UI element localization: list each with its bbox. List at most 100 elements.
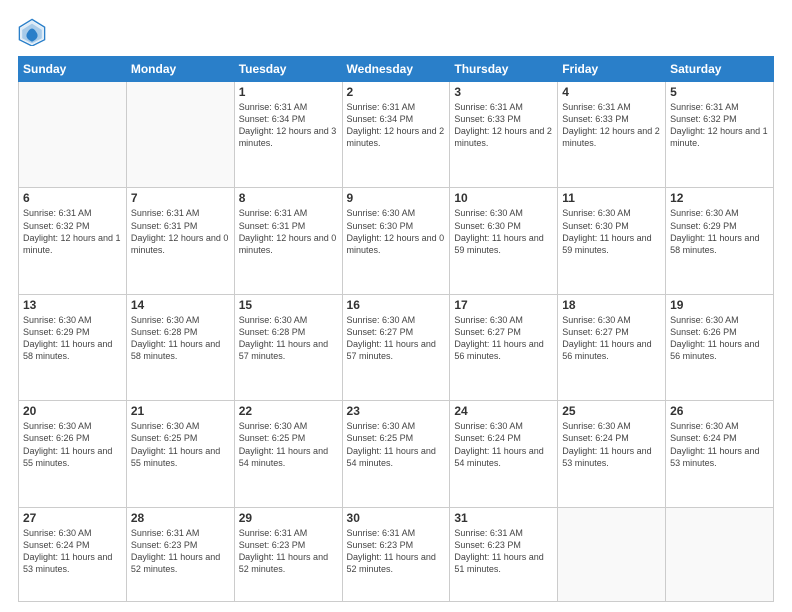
calendar-cell: 5 Sunrise: 6:31 AM Sunset: 6:32 PM Daylig… (666, 82, 774, 188)
calendar-cell: 7Sunrise: 6:31 AM Sunset: 6:31 PM Daylig… (126, 188, 234, 294)
day-info: Sunrise: 6:31 AM Sunset: 6:34 PM Dayligh… (347, 101, 446, 150)
calendar-header: SundayMondayTuesdayWednesdayThursdayFrid… (19, 57, 774, 82)
calendar-cell (126, 82, 234, 188)
day-number: 12 (670, 191, 769, 205)
calendar-cell: 23Sunrise: 6:30 AM Sunset: 6:25 PM Dayli… (342, 401, 450, 507)
day-info: Sunrise: 6:31 AM Sunset: 6:23 PM Dayligh… (131, 527, 230, 576)
calendar-cell: 4Sunrise: 6:31 AM Sunset: 6:33 PM Daylig… (558, 82, 666, 188)
day-number: 18 (562, 298, 661, 312)
calendar-cell: 31 Sunrise: 6:31 AM Sunset: 6:23 PM Dayli… (450, 507, 558, 601)
day-number: 19 (670, 298, 769, 312)
calendar-table: SundayMondayTuesdayWednesdayThursdayFrid… (18, 56, 774, 602)
day-number: 14 (131, 298, 230, 312)
day-number: 29 (239, 511, 338, 525)
day-info: Sunrise: 6:30 AM Sunset: 6:25 PM Dayligh… (239, 420, 338, 469)
day-info: Sunrise: 6:30 AM Sunset: 6:24 PM Dayligh… (23, 527, 122, 576)
day-number: 3 (454, 85, 553, 99)
day-number: 16 (347, 298, 446, 312)
calendar-cell: 19 Sunrise: 6:30 AM Sunset: 6:26 PM Dayli… (666, 294, 774, 400)
week-row-4: 27 Sunrise: 6:30 AM Sunset: 6:24 PM Dayli… (19, 507, 774, 601)
calendar-cell: 29 Sunrise: 6:31 AM Sunset: 6:23 PM Dayli… (234, 507, 342, 601)
calendar-cell: 9 Sunrise: 6:30 AM Sunset: 6:30 PM Daylig… (342, 188, 450, 294)
header-cell-friday: Friday (558, 57, 666, 82)
day-number: 2 (347, 85, 446, 99)
header (18, 18, 774, 46)
day-info: Sunrise: 6:30 AM Sunset: 6:24 PM Dayligh… (454, 420, 553, 469)
day-number: 8 (239, 191, 338, 205)
calendar-cell: 21 Sunrise: 6:30 AM Sunset: 6:25 PM Dayli… (126, 401, 234, 507)
day-number: 30 (347, 511, 446, 525)
calendar-cell (558, 507, 666, 601)
calendar-cell: 8 Sunrise: 6:31 AM Sunset: 6:31 PM Daylig… (234, 188, 342, 294)
day-info: Sunrise: 6:31 AM Sunset: 6:23 PM Dayligh… (347, 527, 446, 576)
day-info: Sunrise: 6:30 AM Sunset: 6:24 PM Dayligh… (562, 420, 661, 469)
day-number: 17 (454, 298, 553, 312)
calendar-cell: 16 Sunrise: 6:30 AM Sunset: 6:27 PM Dayli… (342, 294, 450, 400)
day-info: Sunrise: 6:31 AM Sunset: 6:31 PM Dayligh… (239, 207, 338, 256)
day-info: Sunrise: 6:30 AM Sunset: 6:30 PM Dayligh… (454, 207, 553, 256)
day-info: Sunrise: 6:30 AM Sunset: 6:26 PM Dayligh… (670, 314, 769, 363)
day-info: Sunrise: 6:30 AM Sunset: 6:29 PM Dayligh… (670, 207, 769, 256)
day-number: 21 (131, 404, 230, 418)
calendar-cell: 6 Sunrise: 6:31 AM Sunset: 6:32 PM Daylig… (19, 188, 127, 294)
day-info: Sunrise: 6:30 AM Sunset: 6:29 PM Dayligh… (23, 314, 122, 363)
day-number: 27 (23, 511, 122, 525)
week-row-1: 6 Sunrise: 6:31 AM Sunset: 6:32 PM Daylig… (19, 188, 774, 294)
calendar-cell: 25Sunrise: 6:30 AM Sunset: 6:24 PM Dayli… (558, 401, 666, 507)
header-row: SundayMondayTuesdayWednesdayThursdayFrid… (19, 57, 774, 82)
calendar-cell: 24 Sunrise: 6:30 AM Sunset: 6:24 PM Dayli… (450, 401, 558, 507)
day-info: Sunrise: 6:31 AM Sunset: 6:33 PM Dayligh… (454, 101, 553, 150)
calendar-cell: 3 Sunrise: 6:31 AM Sunset: 6:33 PM Daylig… (450, 82, 558, 188)
day-number: 4 (562, 85, 661, 99)
day-info: Sunrise: 6:30 AM Sunset: 6:30 PM Dayligh… (347, 207, 446, 256)
week-row-3: 20Sunrise: 6:30 AM Sunset: 6:26 PM Dayli… (19, 401, 774, 507)
day-number: 23 (347, 404, 446, 418)
day-info: Sunrise: 6:31 AM Sunset: 6:23 PM Dayligh… (239, 527, 338, 576)
calendar-cell: 12 Sunrise: 6:30 AM Sunset: 6:29 PM Dayli… (666, 188, 774, 294)
day-number: 15 (239, 298, 338, 312)
header-cell-thursday: Thursday (450, 57, 558, 82)
calendar-cell: 30 Sunrise: 6:31 AM Sunset: 6:23 PM Dayli… (342, 507, 450, 601)
calendar-cell (19, 82, 127, 188)
calendar-cell: 26Sunrise: 6:30 AM Sunset: 6:24 PM Dayli… (666, 401, 774, 507)
calendar-cell: 27 Sunrise: 6:30 AM Sunset: 6:24 PM Dayli… (19, 507, 127, 601)
header-cell-wednesday: Wednesday (342, 57, 450, 82)
header-cell-saturday: Saturday (666, 57, 774, 82)
day-number: 22 (239, 404, 338, 418)
day-number: 6 (23, 191, 122, 205)
day-info: Sunrise: 6:31 AM Sunset: 6:34 PM Dayligh… (239, 101, 338, 150)
day-info: Sunrise: 6:30 AM Sunset: 6:26 PM Dayligh… (23, 420, 122, 469)
day-info: Sunrise: 6:30 AM Sunset: 6:27 PM Dayligh… (562, 314, 661, 363)
day-info: Sunrise: 6:30 AM Sunset: 6:27 PM Dayligh… (347, 314, 446, 363)
header-cell-sunday: Sunday (19, 57, 127, 82)
calendar-cell: 22 Sunrise: 6:30 AM Sunset: 6:25 PM Dayli… (234, 401, 342, 507)
day-number: 11 (562, 191, 661, 205)
day-info: Sunrise: 6:31 AM Sunset: 6:32 PM Dayligh… (670, 101, 769, 150)
day-info: Sunrise: 6:31 AM Sunset: 6:23 PM Dayligh… (454, 527, 553, 576)
day-info: Sunrise: 6:30 AM Sunset: 6:28 PM Dayligh… (131, 314, 230, 363)
day-number: 28 (131, 511, 230, 525)
calendar-cell: 28 Sunrise: 6:31 AM Sunset: 6:23 PM Dayli… (126, 507, 234, 601)
logo (18, 18, 50, 46)
calendar-cell: 11Sunrise: 6:30 AM Sunset: 6:30 PM Dayli… (558, 188, 666, 294)
day-number: 9 (347, 191, 446, 205)
day-number: 10 (454, 191, 553, 205)
header-cell-tuesday: Tuesday (234, 57, 342, 82)
calendar-cell: 1 Sunrise: 6:31 AM Sunset: 6:34 PM Daylig… (234, 82, 342, 188)
calendar-cell: 18 Sunrise: 6:30 AM Sunset: 6:27 PM Dayli… (558, 294, 666, 400)
day-number: 13 (23, 298, 122, 312)
day-info: Sunrise: 6:31 AM Sunset: 6:32 PM Dayligh… (23, 207, 122, 256)
day-info: Sunrise: 6:30 AM Sunset: 6:25 PM Dayligh… (131, 420, 230, 469)
week-row-0: 1 Sunrise: 6:31 AM Sunset: 6:34 PM Daylig… (19, 82, 774, 188)
day-number: 31 (454, 511, 553, 525)
day-number: 1 (239, 85, 338, 99)
calendar-cell (666, 507, 774, 601)
day-info: Sunrise: 6:30 AM Sunset: 6:27 PM Dayligh… (454, 314, 553, 363)
page: SundayMondayTuesdayWednesdayThursdayFrid… (0, 0, 792, 612)
header-cell-monday: Monday (126, 57, 234, 82)
calendar-cell: 13 Sunrise: 6:30 AM Sunset: 6:29 PM Dayli… (19, 294, 127, 400)
day-number: 5 (670, 85, 769, 99)
day-number: 24 (454, 404, 553, 418)
calendar-cell: 10 Sunrise: 6:30 AM Sunset: 6:30 PM Dayli… (450, 188, 558, 294)
day-info: Sunrise: 6:30 AM Sunset: 6:28 PM Dayligh… (239, 314, 338, 363)
